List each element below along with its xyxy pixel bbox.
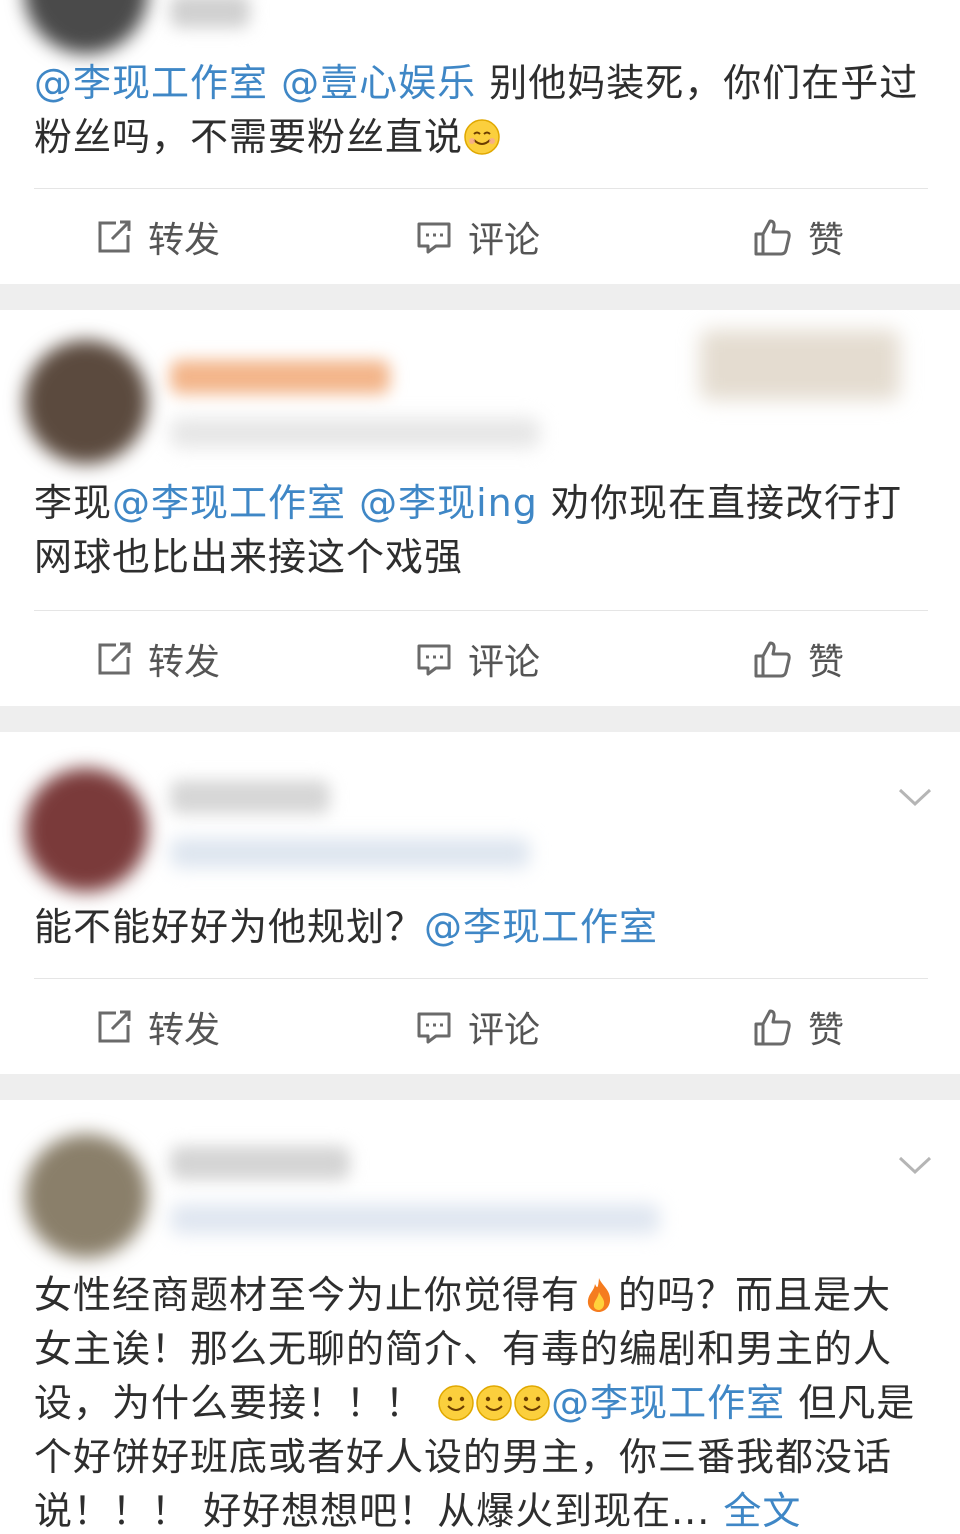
text-span: [268, 61, 281, 105]
card-separator: [0, 284, 960, 310]
comment-icon: [417, 644, 451, 676]
avatar[interactable]: [24, 340, 148, 464]
username-blurred[interactable]: [170, 0, 250, 28]
badge-blurred: [700, 330, 900, 400]
smile-emoji-icon: [476, 1385, 512, 1421]
username-blurred[interactable]: [170, 780, 330, 814]
post-header: [0, 1100, 960, 1270]
action-bar: 转发 评论 赞: [0, 192, 960, 282]
text-span: [346, 481, 359, 525]
username-blurred[interactable]: [170, 1146, 350, 1180]
divider: [34, 978, 928, 979]
smile-emoji-icon: [438, 1385, 474, 1421]
post-header: [0, 310, 960, 480]
post-card-1: @李现工作室 @壹心娱乐 别他妈装死，你们在乎过粉丝吗，不需要粉丝直说 转发 评…: [0, 0, 960, 284]
comment-icon: [417, 222, 451, 254]
comment-button[interactable]: 评论: [414, 614, 540, 704]
mention-link[interactable]: @李现工作室: [112, 481, 346, 525]
repost-icon: [98, 642, 131, 675]
post-text: 能不能好好为他规划？@李现工作室: [34, 900, 930, 954]
repost-label: 转发: [148, 1010, 221, 1051]
smile-emoji-icon: [464, 119, 500, 155]
post-card-3: 能不能好好为他规划？@李现工作室 转发 评论 赞: [0, 732, 960, 1074]
action-bar: 转发 评论 赞: [0, 614, 960, 704]
comment-icon: [417, 1012, 451, 1044]
comment-label: 评论: [468, 220, 541, 261]
text-span: 能不能好好为他规划？: [34, 905, 425, 949]
divider: [34, 610, 928, 611]
avatar[interactable]: [24, 1134, 148, 1258]
chevron-down-icon[interactable]: [898, 1148, 932, 1182]
timestamp-blurred: [170, 1204, 660, 1234]
post-text: 李现@李现工作室 @李现ing 劝你现在直接改行打网球也比出来接这个戏强: [34, 476, 930, 584]
repost-label: 转发: [148, 220, 221, 261]
timestamp-blurred: [170, 418, 540, 448]
chevron-down-icon[interactable]: [898, 780, 932, 814]
username-blurred[interactable]: [170, 360, 390, 394]
smile-emoji-icon: [514, 1385, 550, 1421]
thumbs-up-icon: [754, 641, 791, 678]
comment-button[interactable]: 评论: [414, 192, 540, 282]
thumbs-up-icon: [754, 1009, 791, 1046]
mention-link[interactable]: @李现工作室: [424, 905, 658, 949]
like-label: 赞: [808, 220, 845, 261]
avatar[interactable]: [24, 0, 148, 54]
mention-link[interactable]: @李现工作室: [34, 61, 268, 105]
full-text-link[interactable]: 全文: [710, 1489, 801, 1533]
fire-emoji-icon: [587, 1278, 611, 1312]
card-separator: [0, 1074, 960, 1100]
mention-link[interactable]: @壹心娱乐: [281, 61, 476, 105]
action-bar: 转发 评论 赞: [0, 982, 960, 1072]
mention-link[interactable]: @李现工作室: [551, 1381, 785, 1425]
card-separator: [0, 706, 960, 732]
repost-button[interactable]: 转发: [94, 192, 220, 282]
thumbs-up-icon: [754, 219, 791, 256]
repost-icon: [98, 220, 131, 253]
post-card-2: 李现@李现工作室 @李现ing 劝你现在直接改行打网球也比出来接这个戏强 转发 …: [0, 310, 960, 706]
repost-button[interactable]: 转发: [94, 982, 220, 1072]
repost-label: 转发: [148, 642, 221, 683]
post-text: @李现工作室 @壹心娱乐 别他妈装死，你们在乎过粉丝吗，不需要粉丝直说: [34, 56, 930, 164]
like-label: 赞: [808, 642, 845, 683]
comment-label: 评论: [468, 1010, 541, 1051]
avatar[interactable]: [24, 768, 148, 892]
text-span: 李现: [34, 481, 113, 525]
like-label: 赞: [808, 1010, 845, 1051]
repost-button[interactable]: 转发: [94, 614, 220, 704]
text-span: 女性经商题材至今为止你觉得有: [34, 1273, 581, 1317]
divider: [34, 188, 928, 189]
like-button[interactable]: 赞: [752, 982, 844, 1072]
comment-button[interactable]: 评论: [414, 982, 540, 1072]
like-button[interactable]: 赞: [752, 192, 844, 282]
post-text: 女性经商题材至今为止你觉得有 的吗？而且是大女主诶！那么无聊的简介、有毒的编剧和男…: [34, 1268, 930, 1534]
post-card-4: 女性经商题材至今为止你觉得有 的吗？而且是大女主诶！那么无聊的简介、有毒的编剧和男…: [0, 1100, 960, 1534]
comment-label: 评论: [468, 642, 541, 683]
post-header: [0, 732, 960, 902]
timestamp-blurred: [170, 838, 530, 868]
mention-link[interactable]: @李现ing: [359, 481, 538, 525]
repost-icon: [98, 1010, 131, 1043]
like-button[interactable]: 赞: [752, 614, 844, 704]
